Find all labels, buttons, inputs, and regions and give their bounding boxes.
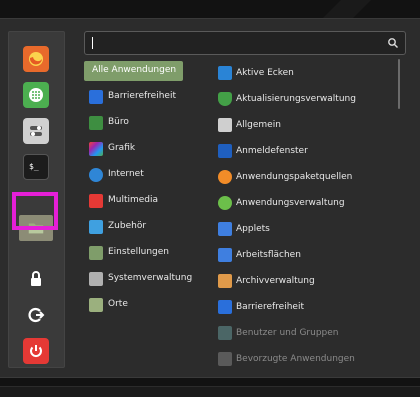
software-manager-icon (218, 196, 232, 210)
system-icon (89, 272, 103, 286)
app-label: Barrierefreiheit (236, 302, 304, 312)
general-settings-icon (218, 118, 232, 132)
multimedia-icon (89, 194, 103, 208)
accessories-icon (89, 220, 103, 234)
app-label: Archivverwaltung (236, 276, 315, 286)
category-places[interactable]: Orte (84, 295, 184, 315)
category-label: Internet (108, 169, 144, 179)
category-all-applications[interactable]: Alle Anwendungen (84, 61, 183, 81)
settings-toggle-icon[interactable] (23, 118, 49, 144)
graphics-icon (89, 142, 103, 156)
category-settings[interactable]: Einstellungen (84, 243, 184, 263)
places-icon (89, 298, 103, 312)
office-icon (89, 116, 103, 130)
category-graphics[interactable]: Grafik (84, 139, 184, 159)
app-item-general[interactable]: Allgemein (217, 114, 403, 136)
application-menu: $_ Alle Anwendungen Barrierefreiheit Bür… (0, 18, 420, 378)
category-accessibility[interactable]: Barrierefreiheit (84, 87, 184, 107)
app-item-users-and-groups[interactable]: Benutzer und Gruppen (217, 322, 403, 344)
users-groups-icon (218, 326, 232, 340)
app-item-update-manager[interactable]: Aktualisierungsverwaltung (217, 88, 403, 110)
category-label: Einstellungen (108, 247, 170, 257)
terminal-icon[interactable]: $_ (23, 154, 49, 180)
category-label: Barrierefreiheit (108, 91, 176, 101)
selection-highlight (12, 192, 58, 230)
settings-icon (89, 246, 103, 260)
app-item-software-sources[interactable]: Anwendungspaketquellen (217, 166, 403, 188)
scrollbar[interactable] (398, 59, 400, 109)
search-input[interactable] (84, 31, 406, 55)
app-label: Arbeitsflächen (236, 250, 301, 260)
app-item-applets[interactable]: Applets (217, 218, 403, 240)
archive-manager-icon (218, 274, 232, 288)
category-internet[interactable]: Internet (84, 165, 184, 185)
category-label: Alle Anwendungen (92, 65, 177, 75)
category-label: Multimedia (108, 195, 159, 205)
software-sources-icon (218, 170, 232, 184)
login-window-icon (218, 144, 232, 158)
app-item-hot-corners[interactable]: Aktive Ecken (217, 62, 403, 84)
category-label: Büro (108, 117, 129, 127)
app-label: Anwendungsverwaltung (236, 198, 345, 208)
category-label: Zubehör (108, 221, 147, 231)
search-icon[interactable] (387, 37, 399, 49)
app-label: Benutzer und Gruppen (236, 328, 339, 338)
lock-icon[interactable] (23, 266, 49, 292)
svg-text:$_: $_ (29, 162, 39, 171)
category-label: Orte (108, 299, 128, 309)
app-item-workspaces[interactable]: Arbeitsflächen (217, 244, 403, 266)
category-multimedia[interactable]: Multimedia (84, 191, 184, 211)
app-item-accessibility[interactable]: Barrierefreiheit (217, 296, 403, 318)
category-accessories[interactable]: Zubehör (84, 217, 184, 237)
app-label: Bevorzugte Anwendungen (236, 354, 355, 364)
app-label: Anmeldefenster (236, 146, 308, 156)
applets-icon (218, 222, 232, 236)
accessibility-icon (89, 90, 103, 104)
workspaces-icon (218, 248, 232, 262)
app-label: Aktualisierungsverwaltung (236, 94, 356, 104)
app-item-software-manager[interactable]: Anwendungsverwaltung (217, 192, 403, 214)
preferred-apps-icon (218, 352, 232, 366)
accessibility-icon (218, 300, 232, 314)
taskbar-edge (0, 386, 420, 397)
update-shield-icon (218, 92, 232, 106)
text-caret (92, 37, 93, 49)
app-item-archive-manager[interactable]: Archivverwaltung (217, 270, 403, 292)
logout-icon[interactable] (23, 302, 49, 328)
app-item-login-window[interactable]: Anmeldefenster (217, 140, 403, 162)
app-label: Anwendungspaketquellen (236, 172, 353, 182)
internet-icon (89, 168, 103, 182)
app-item-preferred-applications[interactable]: Bevorzugte Anwendungen (217, 348, 403, 370)
app-label: Allgemein (236, 120, 281, 130)
category-office[interactable]: Büro (84, 113, 184, 133)
power-icon[interactable] (23, 338, 49, 364)
apps-grid-icon[interactable] (23, 82, 49, 108)
firefox-icon[interactable] (23, 46, 49, 72)
app-label: Applets (236, 224, 270, 234)
category-label: Grafik (108, 143, 136, 153)
app-label: Aktive Ecken (236, 68, 294, 78)
category-system-administration[interactable]: Systemverwaltung (84, 269, 192, 289)
hot-corners-icon (218, 66, 232, 80)
category-label: Systemverwaltung (108, 273, 193, 283)
application-list: Aktive Ecken Aktualisierungsverwaltung A… (217, 61, 403, 379)
